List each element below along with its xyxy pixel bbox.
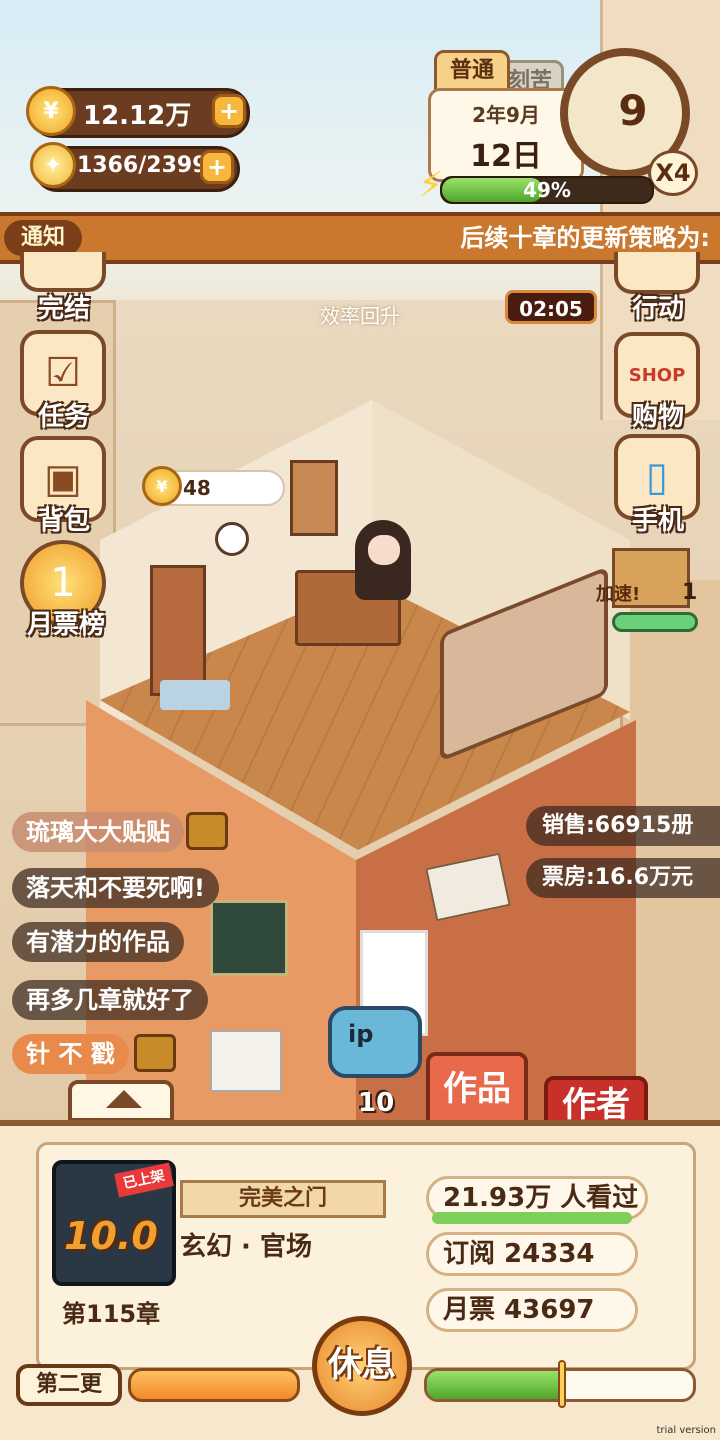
sales-stat: 销售:66915册 xyxy=(526,806,720,846)
menu-tasks[interactable]: 任务 xyxy=(14,396,114,433)
speed-multiplier-label: X4 xyxy=(655,159,691,187)
notice-bar[interactable]: 通知 后续十章的更新策略为: xyxy=(0,212,720,264)
rest-button[interactable]: 休息 xyxy=(312,1316,412,1416)
views-progress-bar xyxy=(432,1212,632,1224)
writer-character-face xyxy=(368,535,400,565)
speed-multiplier-button[interactable]: X4 xyxy=(648,150,698,196)
energy-bar: 49% xyxy=(440,176,654,204)
progress-marker xyxy=(558,1360,566,1408)
lightbulb-icon: ✦ xyxy=(30,142,76,188)
ip-button[interactable]: ip xyxy=(328,1006,422,1078)
menu-phone[interactable]: 手机 xyxy=(608,500,708,537)
time-dial-hour: 9 xyxy=(618,86,648,135)
menu-shop[interactable]: 购物 xyxy=(608,396,708,433)
ip-count: 10 xyxy=(358,1088,395,1118)
coin-bubble-value: 48 xyxy=(183,476,211,500)
air-conditioner xyxy=(210,1030,282,1092)
book-status-tag: 已上架 xyxy=(114,1162,174,1198)
room-window xyxy=(290,460,338,536)
treasure-chest-icon[interactable] xyxy=(186,812,228,850)
coin-icon: ¥ xyxy=(26,86,76,136)
efficiency-recovery-text: 效率回升 xyxy=(320,304,400,328)
tab-works[interactable]: 作品 xyxy=(426,1052,528,1128)
calendar-day: 12日 xyxy=(470,139,542,174)
second-update-button[interactable]: 第二更 xyxy=(16,1364,122,1406)
pet-mat xyxy=(160,680,230,710)
ip-button-label: ip xyxy=(348,1020,374,1048)
add-coins-button[interactable]: + xyxy=(212,94,246,128)
update-progress-bar xyxy=(128,1368,300,1402)
speedup-label: 加速! xyxy=(596,584,641,605)
treasure-chest-icon[interactable] xyxy=(134,1034,176,1072)
book-chapter: 第115章 xyxy=(62,1300,161,1328)
notice-tag: 通知 xyxy=(4,220,82,256)
chapter-progress-fill xyxy=(427,1371,560,1399)
monthly-tickets-stat: 月票 43697 xyxy=(426,1288,638,1332)
book-cover[interactable]: 已上架 10.0 xyxy=(52,1160,176,1286)
shop-sign xyxy=(210,900,288,976)
comment-item: 有潜力的作品 xyxy=(12,922,184,962)
book-genre: 玄幻 · 官场 xyxy=(180,1232,312,1262)
menu-action[interactable]: 行动 xyxy=(608,288,708,325)
tab-normal-label: 普通 xyxy=(449,58,494,83)
menu-monthly-ranking[interactable]: 月票榜 xyxy=(14,604,118,641)
book-title: 完美之门 xyxy=(180,1180,386,1218)
energy-bulbs-value: 1366/2399 xyxy=(77,153,208,178)
comment-item: 再多几章就好了 xyxy=(12,980,208,1020)
event-timer[interactable]: 02:05 xyxy=(505,290,597,324)
energy-percent: 49% xyxy=(523,178,571,202)
menu-backpack[interactable]: 背包 xyxy=(14,500,114,537)
add-energy-button[interactable]: + xyxy=(200,150,234,184)
speedup-count: 1 xyxy=(682,580,698,605)
wall-clock-icon xyxy=(215,522,249,556)
comment-item: 针 不 戳 xyxy=(12,1034,129,1074)
comment-item: 落天和不要死啊! xyxy=(12,868,219,908)
comment-item: 琉璃大大贴贴 xyxy=(12,812,184,852)
watermark: trial version xyxy=(656,1425,716,1436)
bubble-coin-icon: ¥ xyxy=(142,466,182,506)
speedup-progress-bar xyxy=(612,612,698,632)
arrow-up-icon xyxy=(106,1090,142,1108)
calendar-month: 2年9月 xyxy=(472,103,540,127)
subscriptions-stat: 订阅 24334 xyxy=(426,1232,638,1276)
coins-value: 12.12万 xyxy=(83,101,192,131)
menu-finish[interactable]: 完结 xyxy=(14,288,114,325)
collapse-panel-button[interactable] xyxy=(68,1080,174,1122)
finish-book-icon xyxy=(20,252,106,292)
book-score: 10.0 xyxy=(64,1214,158,1258)
box-office-stat: 票房:16.6万元 xyxy=(526,858,720,898)
lightning-icon: ⚡ xyxy=(418,165,444,206)
room-door[interactable] xyxy=(150,565,206,696)
